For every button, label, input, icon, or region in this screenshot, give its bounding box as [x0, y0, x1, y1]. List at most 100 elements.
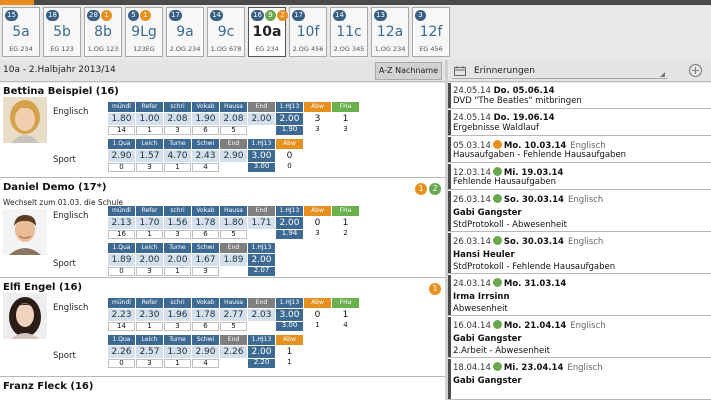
grade-header: End: [248, 102, 275, 112]
grade-cell[interactable]: Refer 1.00 1: [136, 102, 163, 135]
class-tile-12f[interactable]: 3 12f EG 456: [412, 7, 450, 57]
status-badge[interactable]: 2: [429, 183, 441, 195]
grade-cell[interactable]: 1.HJ13 2.00 1.90: [276, 102, 303, 135]
grade-cell[interactable]: 1.Qua 2.90 0: [108, 139, 135, 172]
grade-cell[interactable]: 1.HJ13 2.00 2.07: [248, 243, 275, 276]
grade-cell[interactable]: mündl 2.23 14: [108, 298, 135, 331]
grade-cell[interactable]: FHa 1 4: [332, 298, 359, 331]
grade-count: 3: [304, 230, 331, 239]
class-tile-5b[interactable]: 18 5b EG 123: [43, 7, 81, 57]
grade-value: 2.57: [136, 346, 163, 358]
grade-cell[interactable]: Hausa 1.80 5: [220, 206, 247, 239]
grade-cell[interactable]: Turne 1.30 1: [164, 335, 191, 368]
grade-value: 2.00: [248, 254, 275, 266]
grade-header: Vokab: [192, 206, 219, 216]
grade-count: 2.20: [248, 359, 275, 368]
grade-cell[interactable]: End 2.00: [248, 102, 275, 135]
grade-cell[interactable]: Schwi 1.67 3: [192, 243, 219, 276]
grade-value: 1.80: [108, 113, 135, 125]
reminder-item[interactable]: 26.03.14 So. 30.03.14 Englisch Gabi Gangste…: [448, 191, 711, 232]
grade-cell[interactable]: schri 1.96 3: [164, 298, 191, 331]
class-tile-8b[interactable]: 28 1 8b 1.OG 123: [84, 7, 122, 57]
reminder-item[interactable]: 05.03.14 Mo. 10.03.14 Englisch Hausaufgaben…: [448, 137, 711, 163]
grade-cell[interactable]: Abw 0 3: [304, 206, 331, 239]
grade-cell[interactable]: Leich 2.57 3: [136, 335, 163, 368]
grade-cell[interactable]: Schwi 2.90 4: [192, 335, 219, 368]
grade-cell[interactable]: Vokab 1.90 6: [192, 102, 219, 135]
grade-cell[interactable]: FHa 1 2: [332, 206, 359, 239]
class-name: 8b: [94, 24, 112, 40]
grade-cell[interactable]: End 1.71: [248, 206, 275, 239]
grade-cell[interactable]: schri 2.08 3: [164, 102, 191, 135]
grade-cell[interactable]: Vokab 1.78 6: [192, 298, 219, 331]
class-tile-5a[interactable]: 15 5a EG 234: [2, 7, 40, 57]
class-tile-12a[interactable]: 13 12a 1.OG 234: [371, 7, 409, 57]
grade-cell[interactable]: End 1.89: [220, 243, 247, 276]
reminder-item[interactable]: 26.03.14 So. 30.03.14 Englisch Hansi Heuler…: [448, 233, 711, 274]
class-tile-11c[interactable]: 14 11c 2.OG 345: [330, 7, 368, 57]
student-card[interactable]: Bettina Beispiel (16) Englisch mündl 1.80 14…: [0, 83, 445, 178]
sort-button[interactable]: A-Z Nachname: [375, 62, 442, 80]
grade-cell[interactable]: mündl 2.13 16: [108, 206, 135, 239]
grade-cell[interactable]: Vokab 1.78 6: [192, 206, 219, 239]
reminder-marker: [448, 83, 451, 108]
class-room: EG 123: [50, 45, 74, 53]
reminder-marker: [448, 164, 451, 189]
grade-cell[interactable]: schri 1.56 3: [164, 206, 191, 239]
reminder-item[interactable]: 18.04.14 Mi. 23.04.14 Englisch Gabi Gangste…: [448, 359, 711, 400]
grade-cell[interactable]: Schwi 2.43 4: [192, 139, 219, 172]
reminders-dropdown[interactable]: Erinnerungen: [452, 63, 667, 79]
grade-cell[interactable]: 1.HJ13 3.00 3.00: [276, 298, 303, 331]
grade-cell[interactable]: Hausa 2.08 5: [220, 102, 247, 135]
grade-cell[interactable]: End 2.03: [248, 298, 275, 331]
reminder-text: Abwesenheit: [453, 304, 508, 314]
class-name: 9c: [217, 24, 235, 40]
class-tile-9Lg[interactable]: 5 1 9Lg 123EG: [125, 7, 163, 57]
grade-header: 1.HJ13: [248, 335, 275, 345]
grade-cell[interactable]: Leich 2.00 3: [136, 243, 163, 276]
class-tile-9a[interactable]: 17 9a 2.OG 234: [166, 7, 204, 57]
student-card[interactable]: Franz Fleck (16): [0, 378, 445, 400]
reminder-list[interactable]: 24.05.14 Do. 05.06.14 DVD "The Beatles" m…: [448, 83, 711, 400]
grade-cell[interactable]: 1.HJ13 3.00 3.00: [248, 139, 275, 172]
grade-header: End: [220, 139, 247, 149]
grade-cell[interactable]: Turne 2.00 1: [164, 243, 191, 276]
avatar: [3, 97, 47, 143]
class-name: 12f: [419, 24, 443, 40]
grade-cell[interactable]: mündl 1.80 14: [108, 102, 135, 135]
grade-cell[interactable]: Hausa 2.77 5: [220, 298, 247, 331]
student-name: Franz Fleck (16): [3, 381, 94, 392]
reminder-item[interactable]: 16.04.14 Mo. 21.04.14 Englisch Gabi Gangste…: [448, 317, 711, 358]
grade-cell[interactable]: FHa 1 3: [332, 102, 359, 135]
class-tile-10f[interactable]: 17 10f 2.OG 456: [289, 7, 327, 57]
grade-count: [220, 267, 247, 276]
student-card[interactable]: Daniel Demo (17*) Wechselt zum 01.03. die…: [0, 179, 445, 278]
grade-cell[interactable]: End 2.26: [220, 335, 247, 368]
grade-cell[interactable]: Abw 0 0: [276, 139, 303, 172]
grade-cell[interactable]: Refer 2.30 1: [136, 298, 163, 331]
class-tile-9c[interactable]: 14 9c 1.OG 678: [207, 7, 245, 57]
class-tile-10a[interactable]: 16 9 2 10a EG 234: [248, 7, 288, 57]
student-card[interactable]: Elfi Engel (16) 1 Englisch mündl 2.23 14 Refer…: [0, 279, 445, 377]
grade-cell[interactable]: Leich 1.57 3: [136, 139, 163, 172]
reminder-item[interactable]: 24.05.14 Do. 19.06.14 Ergebnisse Waldlauf: [448, 110, 711, 136]
reminder-dates: 24.05.14 Do. 05.06.14: [453, 86, 555, 96]
calendar-icon: [454, 66, 466, 76]
grade-cell[interactable]: 1.Qua 1.89 0: [108, 243, 135, 276]
grade-cell[interactable]: Abw 0 1: [304, 298, 331, 331]
add-reminder-button[interactable]: +: [689, 64, 702, 77]
grade-cell[interactable]: Refer 1.70 1: [136, 206, 163, 239]
grade-cell[interactable]: Turne 4.70 1: [164, 139, 191, 172]
grade-cell[interactable]: End 2.90: [220, 139, 247, 172]
reminder-item[interactable]: 12.03.14 Mi. 19.03.14 Fehlende Hausaufgabe…: [448, 164, 711, 190]
grade-cell[interactable]: 1.HJ13 2.00 1.94: [276, 206, 303, 239]
status-badge[interactable]: 1: [429, 283, 441, 295]
reminder-item[interactable]: 24.03.14 Mo. 31.03.14 Irma Irrsinn Abwesenh…: [448, 275, 711, 316]
status-badge[interactable]: 1: [415, 183, 427, 195]
grade-cell[interactable]: 1.HJ13 2.00 2.20: [248, 335, 275, 368]
student-list[interactable]: Bettina Beispiel (16) Englisch mündl 1.80 14…: [0, 83, 445, 400]
reminder-item[interactable]: 24.05.14 Do. 05.06.14 DVD "The Beatles" m…: [448, 83, 711, 109]
grade-cell[interactable]: Abw 1 1: [276, 335, 303, 368]
grade-cell[interactable]: Abw 3 3: [304, 102, 331, 135]
grade-cell[interactable]: 1.Qua 2.26 0: [108, 335, 135, 368]
